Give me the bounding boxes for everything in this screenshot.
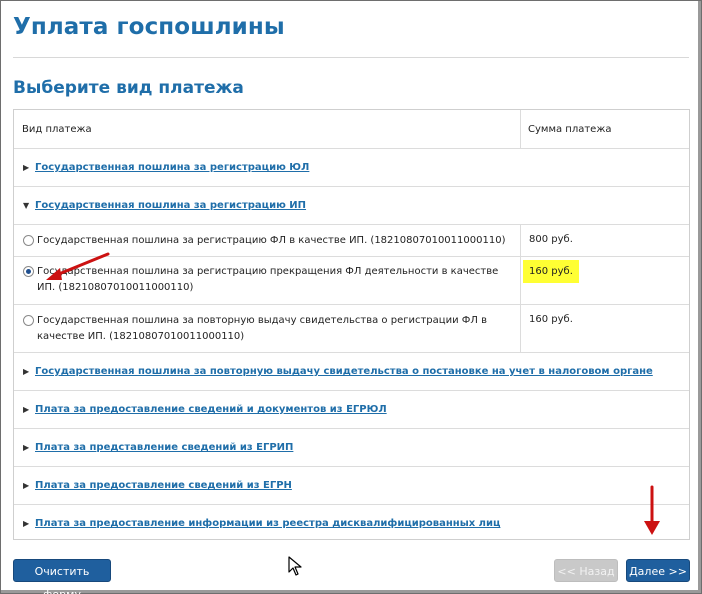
expand-arrow-icon[interactable]: ▶ [23,367,29,376]
clear-form-button[interactable]: Очистить форму [13,559,111,594]
column-divider [520,110,521,148]
expand-arrow-icon[interactable]: ▶ [23,519,29,528]
next-button[interactable]: Далее >> [626,559,690,582]
payment-option-label[interactable]: Государственная пошлина за регистрацию Ф… [37,233,507,249]
mouse-cursor-icon [288,556,302,576]
group-row-egrip[interactable]: ▶ Плата за представление сведений из ЕГР… [14,429,689,467]
group-row-egrn[interactable]: ▶ Плата за предоставление сведений из ЕГ… [14,467,689,505]
annotation-arrow-icon [46,252,110,280]
section-title: Выберите вид платежа [13,78,244,98]
column-header-type: Вид платежа [22,124,92,135]
payment-option-price: 160 руб. [529,314,573,325]
back-button[interactable]: << Назад [554,559,618,582]
group-link-ul-registration[interactable]: Государственная пошлина за регистрацию Ю… [35,162,309,173]
group-row-egrul[interactable]: ▶ Плата за предоставление сведений и док… [14,391,689,429]
column-header-sum: Сумма платежа [528,124,612,135]
expand-arrow-icon[interactable]: ▶ [23,481,29,490]
column-divider [520,225,521,256]
payment-option-row[interactable]: Государственная пошлина за регистрацию Ф… [14,225,689,257]
group-link-egrip[interactable]: Плата за представление сведений из ЕГРИП [35,442,293,453]
price-highlight: 160 руб. [523,260,579,283]
expand-arrow-icon[interactable]: ▶ [23,405,29,414]
radio-button[interactable] [23,235,34,246]
column-divider [520,257,521,304]
radio-button-selected[interactable] [23,266,34,277]
payment-option-label[interactable]: Государственная пошлина за повторную выд… [37,313,507,345]
group-link-disqualified[interactable]: Плата за предоставление информации из ре… [35,518,500,529]
column-divider [520,305,521,352]
group-row-disqualified[interactable]: ▶ Плата за предоставление информации из … [14,505,689,543]
annotation-arrow-icon [644,485,660,535]
payment-option-row-selected[interactable]: Государственная пошлина за регистрацию п… [14,257,689,305]
radio-button[interactable] [23,315,34,326]
expand-arrow-icon[interactable]: ▶ [23,163,29,172]
collapse-arrow-icon[interactable]: ▼ [23,201,29,210]
title-divider [13,57,689,58]
group-row-ip-registration[interactable]: ▼ Государственная пошлина за регистрацию… [14,187,689,225]
group-link-egrul[interactable]: Плата за предоставление сведений и докум… [35,404,387,415]
payment-option-price: 800 руб. [529,234,573,245]
group-row-duplicate-certificate[interactable]: ▶ Государственная пошлина за повторную в… [14,353,689,391]
payment-type-table: Вид платежа Сумма платежа ▶ Государствен… [13,109,690,540]
payment-option-row[interactable]: Государственная пошлина за повторную выд… [14,305,689,353]
expand-arrow-icon[interactable]: ▶ [23,443,29,452]
payment-option-price: 160 руб. [523,260,579,283]
group-row-ul-registration[interactable]: ▶ Государственная пошлина за регистрацию… [14,149,689,187]
page-title: Уплата госпошлины [13,14,285,40]
group-link-duplicate-certificate[interactable]: Государственная пошлина за повторную выд… [35,366,653,377]
table-header-row: Вид платежа Сумма платежа [14,110,689,149]
group-link-egrn[interactable]: Плата за предоставление сведений из ЕГРН [35,480,292,491]
group-link-ip-registration[interactable]: Государственная пошлина за регистрацию И… [35,200,306,211]
